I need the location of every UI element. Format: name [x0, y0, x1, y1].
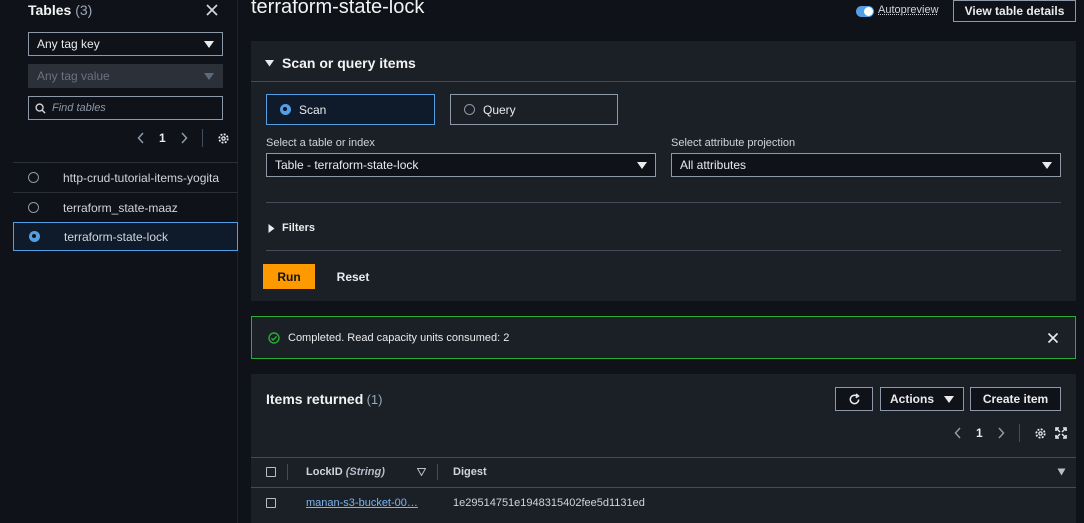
- reset-button[interactable]: Reset: [329, 264, 377, 289]
- chevron-left-icon[interactable]: [137, 132, 145, 144]
- radio-button[interactable]: [29, 231, 40, 242]
- column-header-digest[interactable]: Digest: [453, 466, 487, 478]
- projection-select[interactable]: All attributes: [671, 153, 1061, 177]
- chevron-right-icon[interactable]: [180, 132, 188, 144]
- tables-sidebar: Tables (3) Any tag key Any tag value 1: [0, 0, 238, 523]
- tables-page-number[interactable]: 1: [159, 131, 166, 145]
- chevron-left-icon[interactable]: [954, 427, 962, 439]
- caret-down-icon: [204, 72, 214, 80]
- find-tables-input[interactable]: [52, 102, 202, 114]
- run-button[interactable]: Run: [263, 264, 315, 289]
- view-table-details-button[interactable]: View table details: [953, 0, 1076, 22]
- table-name: http-crud-tutorial-items-yogita: [63, 170, 220, 185]
- table-list-item[interactable]: terraform-state-lock: [13, 222, 238, 251]
- lockid-link[interactable]: manan-s3-bucket-00…: [306, 497, 418, 509]
- close-icon[interactable]: [1046, 331, 1060, 345]
- scan-query-panel: Scan or query items Scan Query Select a …: [251, 41, 1076, 301]
- items-page-number[interactable]: 1: [976, 426, 983, 440]
- items-count: (1): [366, 392, 383, 407]
- radio-button[interactable]: [28, 172, 39, 183]
- tables-pagination: 1: [137, 129, 230, 147]
- success-flash: Completed. Read capacity units consumed:…: [251, 316, 1076, 359]
- table-row[interactable]: manan-s3-bucket-00… 1e29514751e194831540…: [251, 488, 1076, 518]
- gear-icon[interactable]: [217, 132, 230, 145]
- sort-down-icon[interactable]: [417, 468, 426, 476]
- divider: [201, 129, 203, 147]
- refresh-button[interactable]: [835, 387, 873, 411]
- scan-query-header[interactable]: Scan or query items: [265, 55, 416, 71]
- actions-label: Actions: [889, 392, 934, 406]
- table-list-item[interactable]: http-crud-tutorial-items-yogita: [13, 162, 238, 192]
- table-index-select[interactable]: Table - terraform-state-lock: [266, 153, 656, 177]
- check-circle-icon: [268, 331, 280, 344]
- divider: [251, 81, 1076, 82]
- tables-list: http-crud-tutorial-items-yogita terrafor…: [13, 162, 238, 251]
- scan-option[interactable]: Scan: [266, 94, 435, 125]
- divider: [266, 202, 1061, 203]
- divider: [251, 457, 1076, 458]
- scan-query-title: Scan or query items: [282, 55, 416, 71]
- select-all-checkbox[interactable]: [266, 467, 276, 477]
- table-list-item[interactable]: terraform_state-maaz: [13, 192, 238, 222]
- close-icon[interactable]: [204, 2, 220, 18]
- caret-down-icon: [944, 395, 954, 403]
- filters-expander[interactable]: Filters: [268, 222, 315, 234]
- radio-button[interactable]: [464, 104, 475, 115]
- table-index-label: Select a table or index: [266, 137, 375, 149]
- create-item-button[interactable]: Create item: [970, 387, 1061, 411]
- query-label: Query: [483, 102, 516, 117]
- scan-label: Scan: [299, 102, 327, 117]
- find-tables-search: [28, 96, 223, 120]
- radio-button[interactable]: [28, 202, 39, 213]
- actions-button[interactable]: Actions: [880, 387, 964, 411]
- column-divider: [437, 464, 438, 480]
- items-returned-title: Items returned: [266, 391, 364, 407]
- items-pagination: 1: [954, 424, 1067, 442]
- caret-down-icon: [204, 40, 214, 48]
- digest-value: 1e29514751e1948315402fee5d1131ed: [453, 497, 645, 509]
- chevron-right-icon[interactable]: [997, 427, 1005, 439]
- lockid-header-text: LockID: [306, 466, 343, 478]
- radio-button[interactable]: [280, 104, 291, 115]
- flash-message: Completed. Read capacity units consumed:…: [288, 331, 510, 344]
- caret-down-icon: [1042, 161, 1052, 169]
- sidebar-title: Tables (3): [28, 2, 92, 18]
- table-name: terraform_state-maaz: [63, 200, 178, 215]
- tag-value-select: Any tag value: [28, 64, 223, 88]
- table-index-value: Table - terraform-state-lock: [275, 158, 419, 172]
- caret-down-icon: [265, 59, 274, 67]
- divider: [266, 250, 1061, 251]
- table-name: terraform-state-lock: [64, 229, 169, 244]
- row-checkbox[interactable]: [266, 498, 276, 508]
- items-returned-panel: Items returned (1) Actions Create item 1…: [251, 374, 1076, 523]
- divider: [1018, 424, 1020, 442]
- caret-right-icon: [268, 223, 275, 233]
- gear-icon[interactable]: [1034, 427, 1047, 440]
- sidebar-title-text: Tables: [28, 2, 72, 18]
- page-title: terraform-state-lock: [251, 0, 425, 18]
- autopreview-label[interactable]: Autopreview: [878, 4, 939, 16]
- autopreview-toggle[interactable]: [856, 6, 874, 17]
- sort-down-icon[interactable]: [1057, 468, 1066, 476]
- items-returned-header: Items returned (1): [266, 391, 382, 407]
- projection-value: All attributes: [680, 158, 747, 172]
- fullscreen-icon[interactable]: [1054, 427, 1067, 439]
- projection-label: Select attribute projection: [671, 137, 796, 149]
- caret-down-icon: [637, 161, 647, 169]
- lockid-type-text: (String): [345, 466, 385, 478]
- filters-label: Filters: [282, 222, 316, 234]
- tag-value-value: Any tag value: [37, 69, 110, 83]
- tables-count: (3): [75, 2, 93, 18]
- query-option[interactable]: Query: [450, 94, 618, 125]
- search-icon: [35, 102, 46, 114]
- column-header-lockid[interactable]: LockID (String): [306, 466, 385, 478]
- refresh-icon: [848, 392, 861, 406]
- tag-key-select[interactable]: Any tag key: [28, 32, 223, 56]
- tag-key-value: Any tag key: [37, 37, 100, 51]
- column-divider: [287, 464, 288, 480]
